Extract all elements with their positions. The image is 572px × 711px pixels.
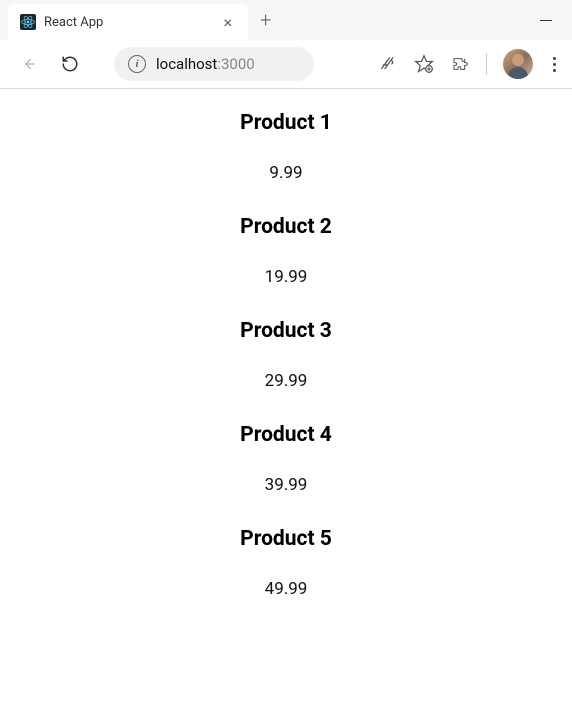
react-favicon-icon: [20, 14, 36, 30]
product-item: Product 4 39.99: [0, 423, 572, 495]
url-host: localhost: [156, 55, 217, 73]
extensions-icon[interactable]: [450, 54, 470, 74]
window-minimize-icon[interactable]: [540, 20, 552, 21]
menu-button[interactable]: [549, 57, 560, 72]
back-button[interactable]: [12, 48, 44, 80]
new-tab-button[interactable]: +: [248, 8, 283, 32]
site-info-icon[interactable]: i: [128, 55, 146, 73]
product-name: Product 1: [0, 111, 572, 135]
product-price: 49.99: [0, 579, 572, 599]
product-item: Product 3 29.99: [0, 319, 572, 391]
tab-title: React App: [44, 15, 219, 30]
product-name: Product 2: [0, 215, 572, 239]
address-bar[interactable]: i localhost:3000: [114, 47, 314, 81]
product-price: 39.99: [0, 475, 572, 495]
page-content: Product 1 9.99 Product 2 19.99 Product 3…: [0, 89, 572, 599]
tab-bar: React App × +: [0, 0, 572, 40]
window-controls: [540, 20, 564, 21]
toolbar-right: [378, 49, 560, 79]
product-price: 9.99: [0, 163, 572, 183]
product-item: Product 1 9.99: [0, 111, 572, 183]
browser-toolbar: i localhost:3000: [0, 40, 572, 88]
browser-tab[interactable]: React App ×: [8, 4, 248, 40]
read-aloud-icon[interactable]: [378, 54, 398, 74]
product-name: Product 4: [0, 423, 572, 447]
profile-avatar[interactable]: [503, 49, 533, 79]
toolbar-divider: [486, 53, 487, 75]
tab-close-icon[interactable]: ×: [219, 11, 236, 34]
refresh-button[interactable]: [54, 48, 86, 80]
browser-chrome: React App × + i localhost:3000: [0, 0, 572, 89]
product-item: Product 2 19.99: [0, 215, 572, 287]
url-port: :3000: [217, 55, 254, 73]
product-price: 29.99: [0, 371, 572, 391]
product-name: Product 5: [0, 527, 572, 551]
product-price: 19.99: [0, 267, 572, 287]
favorites-icon[interactable]: [414, 54, 434, 74]
url-text: localhost:3000: [156, 55, 255, 73]
product-name: Product 3: [0, 319, 572, 343]
product-item: Product 5 49.99: [0, 527, 572, 599]
